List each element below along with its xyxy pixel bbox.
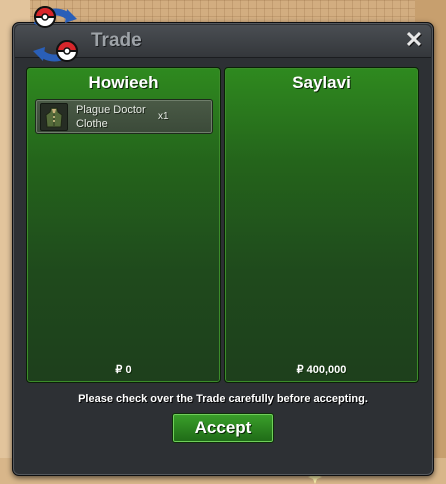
trader-name: Saylavi [292, 73, 351, 92]
trade-panel-saylavi: Saylavi ₽ 400,000 [224, 67, 419, 383]
trade-exchange-icon [33, 6, 79, 62]
trader-name: Howieeh [88, 73, 159, 92]
clothing-icon [40, 103, 68, 131]
money-offer: ₽ 400,000 [296, 364, 347, 376]
trade-window: Trade ✕ Howieeh Plague Doctor Clothe x1 … [12, 6, 434, 476]
item-quantity: x1 [158, 111, 169, 122]
close-icon[interactable]: ✕ [403, 28, 425, 52]
accept-button[interactable]: Accept [172, 413, 274, 443]
trade-panel-howieeh: Howieeh Plague Doctor Clothe x1 ₽ 0 [26, 67, 221, 383]
item-name: Plague Doctor Clothe [76, 104, 146, 130]
trade-item-slot[interactable]: Plague Doctor Clothe x1 [35, 99, 213, 134]
window-title: Trade [91, 30, 142, 51]
trade-warning-text: Please check over the Trade carefully be… [78, 393, 368, 405]
money-offer: ₽ 0 [115, 364, 132, 376]
